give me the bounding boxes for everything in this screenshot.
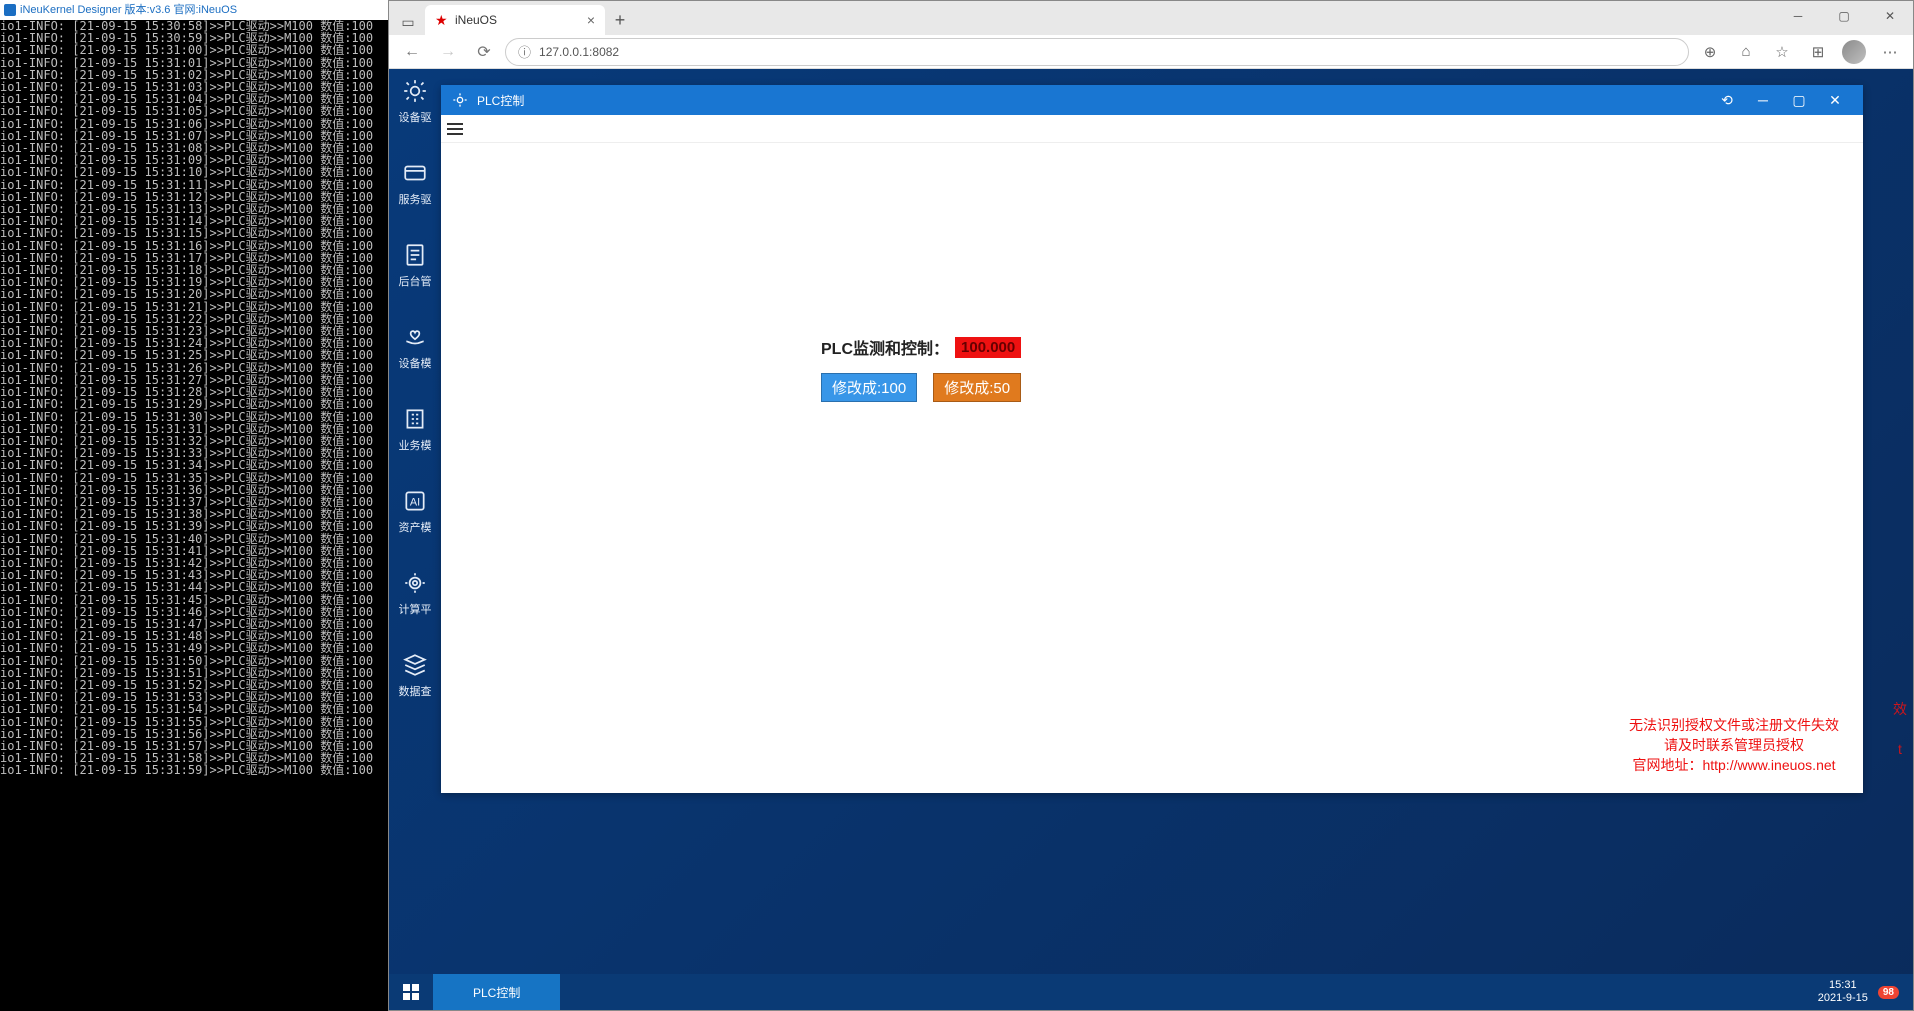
taskbar-tray: 15:31 2021-9-15 98	[1818, 974, 1913, 1010]
sidebar-item-admin[interactable]: 后台管	[389, 241, 441, 289]
console-app-icon	[4, 4, 16, 16]
sidebar-label: 设备驱	[399, 109, 432, 125]
clock-date: 2021-9-15	[1818, 992, 1868, 1005]
console-titlebar: iNeuKernel Designer 版本:v3.6 官网:iNeuOS	[0, 0, 388, 20]
avatar-icon	[1842, 40, 1866, 64]
notification-badge[interactable]: 98	[1878, 986, 1899, 999]
plc-button-row: 修改成:100 修改成:50	[821, 373, 1021, 402]
sidebar-item-compute[interactable]: 计算平	[389, 569, 441, 617]
building-icon	[401, 405, 429, 433]
console-window: iNeuKernel Designer 版本:v3.6 官网:iNeuOS io…	[0, 0, 388, 1011]
maximize-button[interactable]: ▢	[1821, 1, 1867, 31]
new-tab-button[interactable]: +	[605, 5, 635, 35]
profile-button[interactable]	[1839, 37, 1869, 67]
license-line2: 请及时联系管理员授权	[1629, 735, 1839, 755]
plc-content: PLC监测和控制： 100.000 修改成:100 修改成:50 无法识别授权文…	[441, 143, 1863, 793]
zoom-icon[interactable]: ⊕	[1695, 37, 1725, 67]
forward-button[interactable]: →	[433, 37, 463, 67]
gear-icon	[451, 91, 469, 109]
sidebar-label: 资产模	[399, 519, 432, 535]
taskbar-item-plc[interactable]: PLC控制	[433, 974, 560, 1010]
sidebar-label: 设备模	[399, 355, 432, 371]
window-refresh-button[interactable]: ⟲	[1709, 85, 1745, 115]
plc-window-title: PLC控制	[477, 92, 524, 109]
ai-icon: AI	[401, 487, 429, 515]
layers-icon	[401, 651, 429, 679]
gear-icon	[401, 77, 429, 105]
menu-button[interactable]: ⋯	[1875, 37, 1905, 67]
window-close-button[interactable]: ✕	[1817, 85, 1853, 115]
refresh-button[interactable]: ⟳	[469, 37, 499, 67]
plc-label: PLC监测和控制：	[821, 335, 949, 359]
sidebar-label: 后台管	[399, 273, 432, 289]
close-button[interactable]: ✕	[1867, 1, 1913, 31]
start-button[interactable]	[389, 974, 433, 1010]
browser-toolbar: ← → ⟳ ⓘ 127.0.0.1:8082 ⊕ ⌂ ☆ ⊞ ⋯	[389, 35, 1913, 69]
sidebar-label: 业务模	[399, 437, 432, 453]
browser-tab[interactable]: ★ iNeuOS ×	[425, 5, 605, 35]
sidebar-item-data[interactable]: 数据查	[389, 651, 441, 699]
svg-text:AI: AI	[410, 496, 420, 508]
plc-toolbar	[441, 115, 1863, 143]
document-icon	[401, 241, 429, 269]
sidebar-label: 数据查	[399, 683, 432, 699]
window-minimize-button[interactable]: ─	[1745, 85, 1781, 115]
collections-icon[interactable]: ⊞	[1803, 37, 1833, 67]
sidebar-label: 计算平	[399, 601, 432, 617]
set-50-button[interactable]: 修改成:50	[933, 373, 1021, 402]
license-line1: 无法识别授权文件或注册文件失效	[1629, 715, 1839, 735]
app-sidebar: 设备驱 服务驱 后台管 设备模 业务模 AI 资产模	[389, 69, 441, 974]
console-output: io1-INFO: [21-09-15 15:30:58]>>PLC驱动>>M1…	[0, 20, 388, 1011]
sidebar-label: 服务驱	[399, 191, 432, 207]
plc-monitor-row: PLC监测和控制： 100.000	[821, 335, 1021, 359]
tab-actions-icon[interactable]: ▭	[395, 9, 421, 35]
heart-hands-icon	[401, 323, 429, 351]
windows-icon	[403, 984, 419, 1000]
license-line3: 官网地址：http://www.ineuos.net	[1629, 755, 1839, 775]
clock-time: 15:31	[1818, 979, 1868, 992]
sidebar-item-bizmodel[interactable]: 业务模	[389, 405, 441, 453]
plc-value: 100.000	[955, 337, 1021, 358]
tab-title: iNeuOS	[455, 13, 497, 27]
card-icon	[401, 159, 429, 187]
gear2-icon	[401, 569, 429, 597]
browser-window: ▭ ★ iNeuOS × + ─ ▢ ✕ ← → ⟳ ⓘ 127.0.0.1:8…	[388, 0, 1914, 1011]
sidebar-item-device[interactable]: 设备驱	[389, 77, 441, 125]
set-100-button[interactable]: 修改成:100	[821, 373, 917, 402]
home-icon[interactable]: ⌂	[1731, 37, 1761, 67]
plc-window: PLC控制 ⟲ ─ ▢ ✕ PLC监测和控制： 100.000 修改成:100 …	[441, 85, 1863, 793]
license-warning: 无法识别授权文件或注册文件失效 请及时联系管理员授权 官网地址：http://w…	[1629, 715, 1839, 775]
back-button[interactable]: ←	[397, 37, 427, 67]
sidebar-item-devmodel[interactable]: 设备模	[389, 323, 441, 371]
minimize-button[interactable]: ─	[1775, 1, 1821, 31]
window-controls: ─ ▢ ✕	[1775, 1, 1913, 31]
sidebar-item-service[interactable]: 服务驱	[389, 159, 441, 207]
window-maximize-button[interactable]: ▢	[1781, 85, 1817, 115]
favicon-icon: ★	[435, 13, 449, 27]
tab-close-icon[interactable]: ×	[575, 12, 595, 28]
console-title-text: iNeuKernel Designer 版本:v3.6 官网:iNeuOS	[20, 0, 237, 20]
plc-window-titlebar[interactable]: PLC控制 ⟲ ─ ▢ ✕	[441, 85, 1863, 115]
app-desktop: 设备驱 服务驱 后台管 设备模 业务模 AI 资产模	[389, 69, 1913, 1010]
browser-tabstrip: ▭ ★ iNeuOS × + ─ ▢ ✕	[389, 1, 1913, 35]
url-text: 127.0.0.1:8082	[539, 45, 619, 59]
address-bar[interactable]: ⓘ 127.0.0.1:8082	[505, 38, 1689, 66]
sidebar-item-asset[interactable]: AI 资产模	[389, 487, 441, 535]
app-taskbar: PLC控制 15:31 2021-9-15 98	[389, 974, 1913, 1010]
favorites-icon[interactable]: ☆	[1767, 37, 1797, 67]
hamburger-icon[interactable]	[447, 119, 467, 139]
site-info-icon[interactable]: ⓘ	[518, 42, 531, 61]
taskbar-clock[interactable]: 15:31 2021-9-15	[1818, 979, 1868, 1005]
license-url-link[interactable]: http://www.ineuos.net	[1702, 757, 1835, 773]
license-warning-shadow: 效 t	[1893, 699, 1907, 759]
